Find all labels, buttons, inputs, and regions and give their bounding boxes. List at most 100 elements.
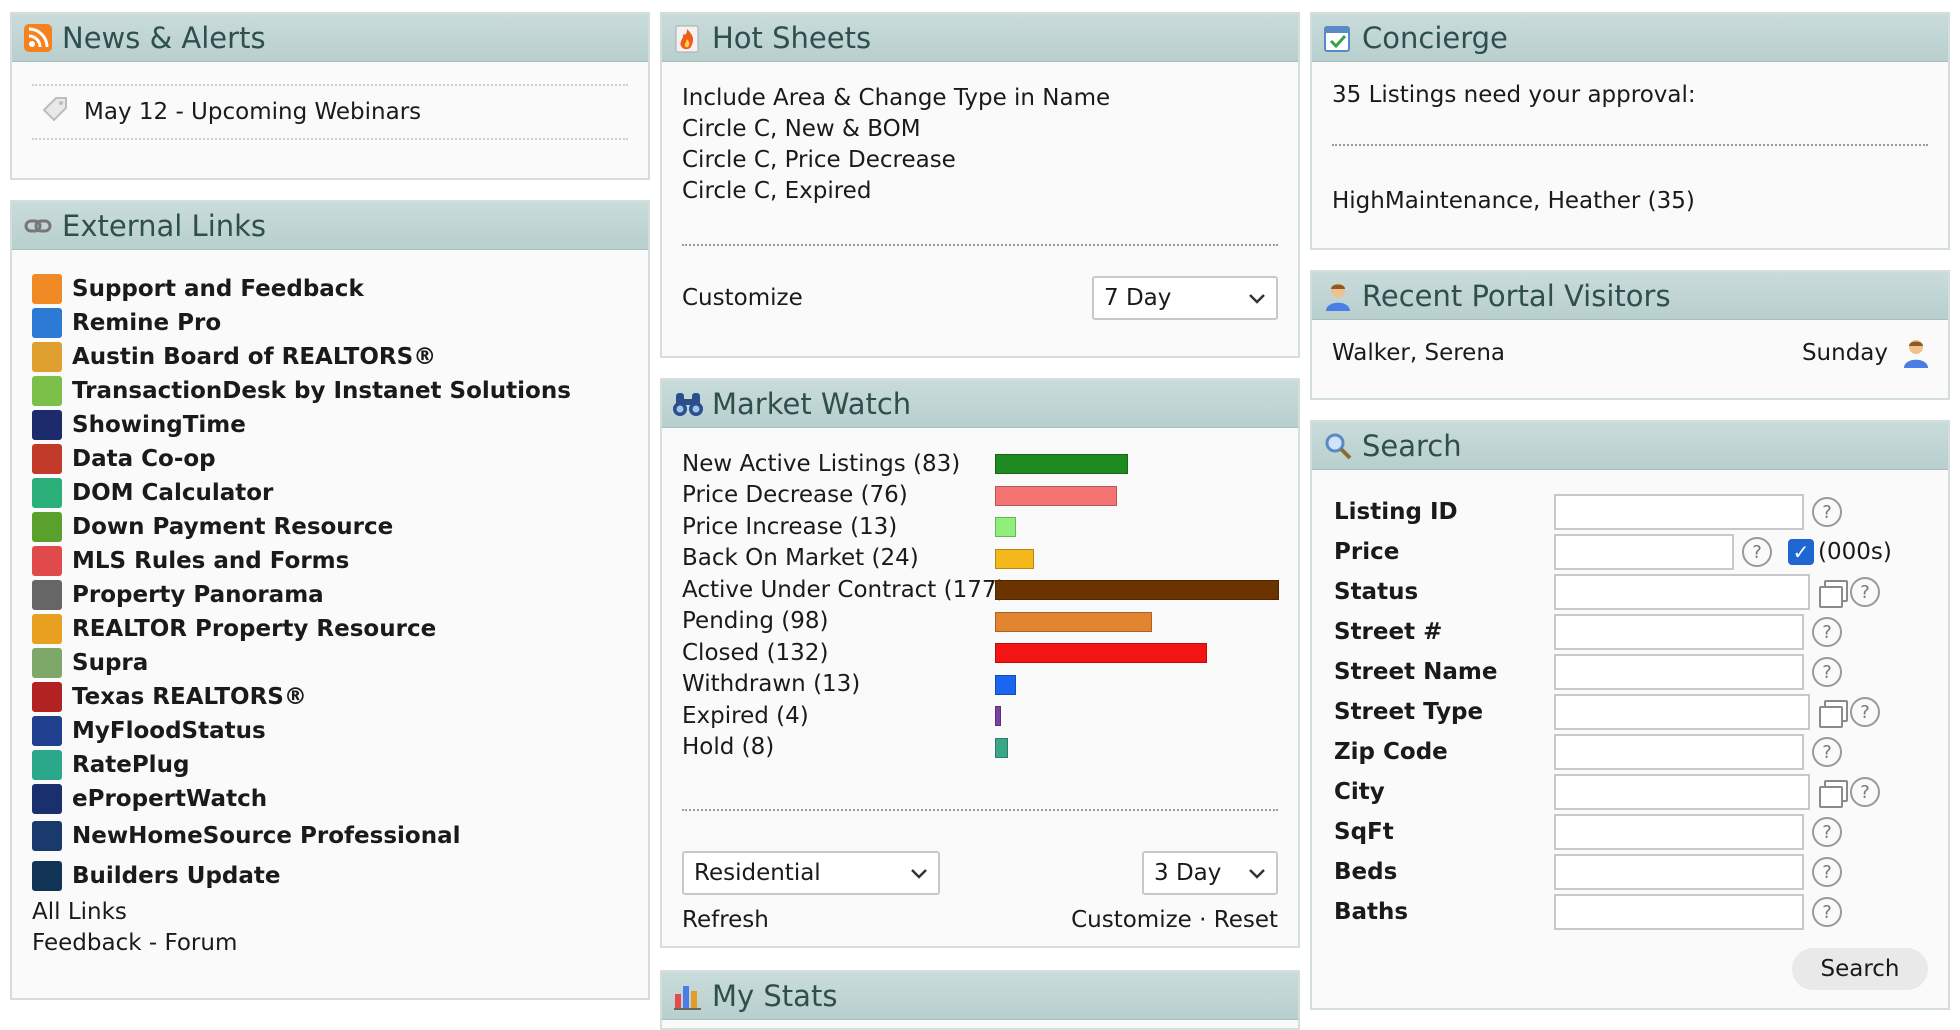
market-watch-period-select[interactable]: 3 Day — [1142, 851, 1278, 895]
external-link[interactable]: Builders Update — [32, 856, 648, 896]
external-link[interactable]: Property Panorama — [32, 578, 648, 612]
help-icon[interactable]: ? — [1812, 897, 1842, 927]
hot-sheet-item[interactable]: Include Area & Change Type in Name — [682, 82, 1278, 113]
listing-id-input[interactable] — [1554, 494, 1804, 530]
help-icon[interactable]: ? — [1812, 617, 1842, 647]
market-watch-row[interactable]: Price Decrease (76) — [682, 480, 1278, 512]
market-watch-label[interactable]: Price Increase (13) — [682, 514, 992, 540]
external-link[interactable]: Support and Feedback — [32, 272, 648, 306]
external-link-label[interactable]: ShowingTime — [72, 412, 246, 438]
concierge-agent-link[interactable]: HighMaintenance, Heather (35) — [1312, 146, 1948, 214]
external-link-label[interactable]: RatePlug — [72, 752, 189, 778]
market-watch-label[interactable]: Closed (132) — [682, 640, 992, 666]
sqft-input[interactable] — [1554, 814, 1804, 850]
external-link-label[interactable]: Supra — [72, 650, 148, 676]
market-watch-row[interactable]: New Active Listings (83) — [682, 448, 1278, 480]
feedback-forum-link[interactable]: Feedback - Forum — [32, 927, 648, 958]
hot-sheet-item[interactable]: Circle C, New & BOM — [682, 113, 1278, 144]
street-name-input[interactable] — [1554, 654, 1804, 690]
external-link-label[interactable]: Builders Update — [72, 863, 281, 889]
help-icon[interactable]: ? — [1812, 737, 1842, 767]
external-link[interactable]: MyFloodStatus — [32, 714, 648, 748]
market-watch-row[interactable]: Withdrawn (13) — [682, 669, 1278, 701]
multi-select-icon[interactable] — [1818, 778, 1848, 808]
hot-sheet-item[interactable]: Circle C, Price Decrease — [682, 144, 1278, 175]
reset-link[interactable]: Reset — [1214, 907, 1278, 933]
help-icon[interactable]: ? — [1850, 577, 1880, 607]
help-icon[interactable]: ? — [1812, 497, 1842, 527]
external-link-label[interactable]: Austin Board of REALTORS® — [72, 344, 436, 370]
visitor-row[interactable]: Walker, Serena Sunday — [1312, 320, 1948, 368]
external-link[interactable]: Austin Board of REALTORS® — [32, 340, 648, 374]
hot-sheets-period-select[interactable]: 7 Day — [1092, 276, 1278, 320]
market-watch-row[interactable]: Hold (8) — [682, 732, 1278, 764]
external-link-label[interactable]: TransactionDesk by Instanet Solutions — [72, 378, 571, 404]
external-link[interactable]: Remine Pro — [32, 306, 648, 340]
external-link-label[interactable]: Texas REALTORS® — [72, 684, 307, 710]
market-watch-row[interactable]: Back On Market (24) — [682, 543, 1278, 575]
external-link[interactable]: DOM Calculator — [32, 476, 648, 510]
beds-input[interactable] — [1554, 854, 1804, 890]
external-link[interactable]: Texas REALTORS® — [32, 680, 648, 714]
refresh-link[interactable]: Refresh — [682, 907, 769, 933]
market-watch-label[interactable]: Hold (8) — [682, 734, 992, 760]
market-watch-row[interactable]: Closed (132) — [682, 637, 1278, 669]
market-watch-label[interactable]: New Active Listings (83) — [682, 451, 992, 477]
property-type-select[interactable]: Residential — [682, 851, 940, 895]
external-link[interactable]: Supra — [32, 646, 648, 680]
market-watch-label[interactable]: Back On Market (24) — [682, 545, 992, 571]
multi-select-icon[interactable] — [1818, 578, 1848, 608]
market-watch-label[interactable]: Price Decrease (76) — [682, 482, 992, 508]
external-link-label[interactable]: Support and Feedback — [72, 276, 364, 302]
market-watch-label[interactable]: Expired (4) — [682, 703, 992, 729]
visitor-name[interactable]: Walker, Serena — [1332, 340, 1505, 366]
external-link-label[interactable]: REALTOR Property Resource — [72, 616, 436, 642]
help-icon[interactable]: ? — [1812, 657, 1842, 687]
external-link[interactable]: ePropertWatch — [32, 782, 648, 816]
search-button[interactable]: Search — [1792, 948, 1928, 990]
external-link[interactable]: TransactionDesk by Instanet Solutions — [32, 374, 648, 408]
price-thousands-checkbox[interactable]: ✓ — [1788, 539, 1814, 565]
city-input[interactable] — [1554, 774, 1810, 810]
external-link[interactable]: RatePlug — [32, 748, 648, 782]
external-link-label[interactable]: MLS Rules and Forms — [72, 548, 349, 574]
street-number-input[interactable] — [1554, 614, 1804, 650]
external-link[interactable]: Data Co-op — [32, 442, 648, 476]
hot-sheets-customize-link[interactable]: Customize — [682, 285, 803, 311]
external-link[interactable]: MLS Rules and Forms — [32, 544, 648, 578]
price-input[interactable] — [1554, 534, 1734, 570]
market-watch-row[interactable]: Pending (98) — [682, 606, 1278, 638]
status-input[interactable] — [1554, 574, 1810, 610]
market-watch-label[interactable]: Withdrawn (13) — [682, 671, 992, 697]
news-item-label[interactable]: May 12 - Upcoming Webinars — [84, 99, 421, 125]
external-link-label[interactable]: Remine Pro — [72, 310, 221, 336]
baths-input[interactable] — [1554, 894, 1804, 930]
street-type-input[interactable] — [1554, 694, 1810, 730]
hot-sheet-item[interactable]: Circle C, Expired — [682, 175, 1278, 206]
external-link[interactable]: ShowingTime — [32, 408, 648, 442]
external-link-label[interactable]: Property Panorama — [72, 582, 324, 608]
zip-code-input[interactable] — [1554, 734, 1804, 770]
all-links-link[interactable]: All Links — [32, 896, 648, 927]
external-link[interactable]: REALTOR Property Resource — [32, 612, 648, 646]
external-link[interactable]: NewHomeSource Professional — [32, 816, 648, 856]
external-link-label[interactable]: Data Co-op — [72, 446, 216, 472]
external-link-label[interactable]: MyFloodStatus — [72, 718, 266, 744]
external-link-label[interactable]: Down Payment Resource — [72, 514, 393, 540]
external-link-label[interactable]: ePropertWatch — [72, 786, 267, 812]
news-item[interactable]: May 12 - Upcoming Webinars — [32, 84, 628, 140]
help-icon[interactable]: ? — [1850, 697, 1880, 727]
market-watch-row[interactable]: Expired (4) — [682, 700, 1278, 732]
help-icon[interactable]: ? — [1850, 777, 1880, 807]
help-icon[interactable]: ? — [1812, 817, 1842, 847]
multi-select-icon[interactable] — [1818, 698, 1848, 728]
help-icon[interactable]: ? — [1742, 537, 1772, 567]
external-link-label[interactable]: NewHomeSource Professional — [72, 823, 460, 849]
help-icon[interactable]: ? — [1812, 857, 1842, 887]
customize-link[interactable]: Customize — [1071, 907, 1192, 933]
external-link[interactable]: Down Payment Resource — [32, 510, 648, 544]
market-watch-row[interactable]: Price Increase (13) — [682, 511, 1278, 543]
market-watch-label[interactable]: Active Under Contract (177) — [682, 577, 1005, 603]
market-watch-label[interactable]: Pending (98) — [682, 608, 992, 634]
market-watch-row[interactable]: Active Under Contract (177) — [682, 574, 1279, 606]
